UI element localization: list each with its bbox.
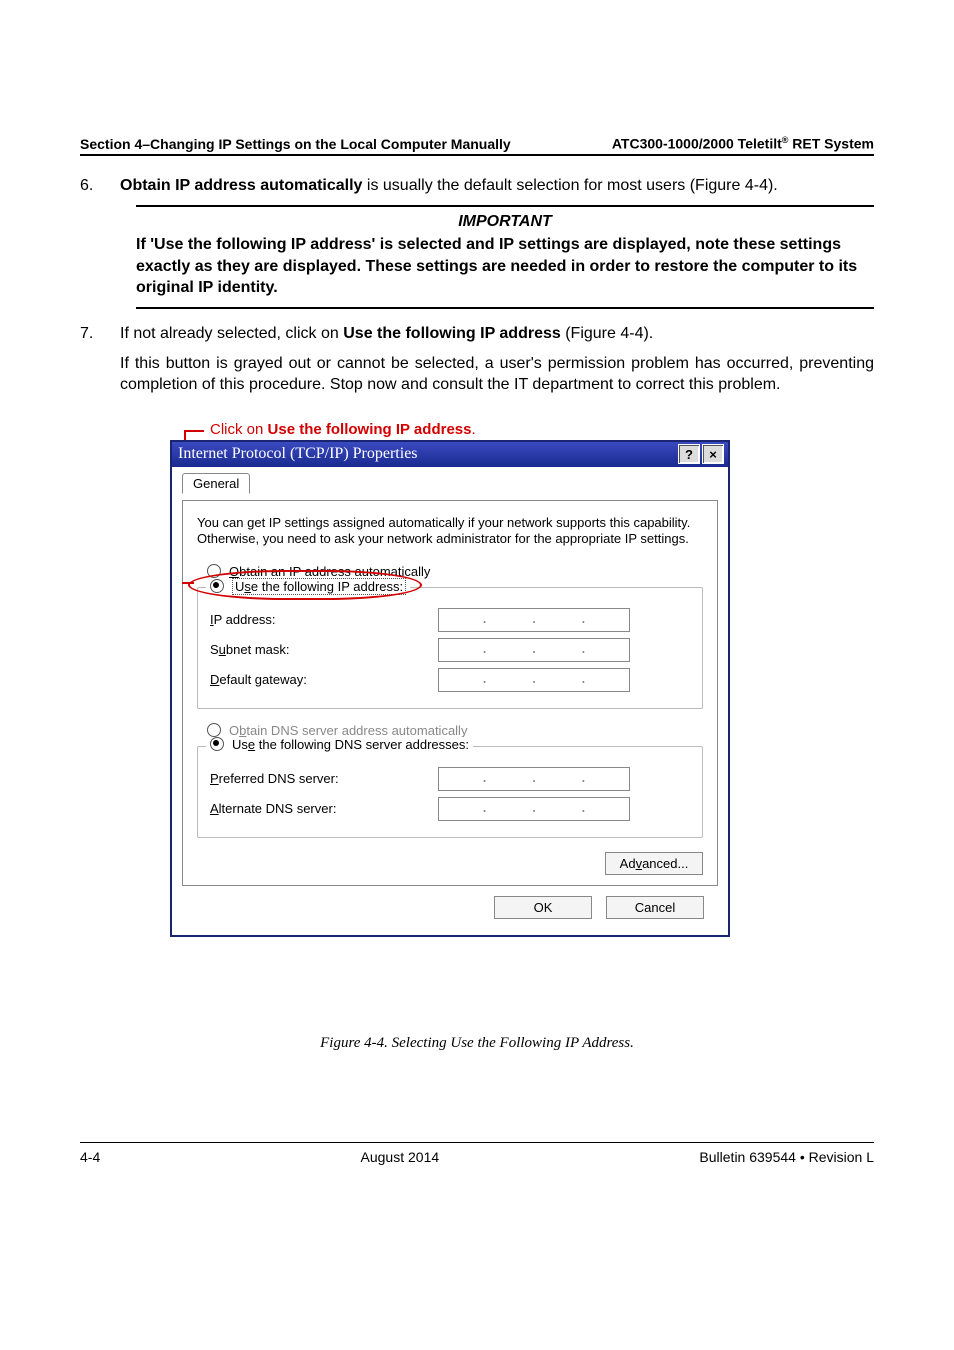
advanced-button[interactable]: Advanced... [605,852,703,875]
figure-caption: Figure 4-4. Selecting Use the Following … [80,1035,874,1052]
preferred-dns-input[interactable]: ... [438,767,630,791]
step-7-line1c: (Figure 4-4). [561,325,653,342]
page-number: 4-4 [80,1149,100,1165]
red-highlight-connector-icon [182,582,194,584]
callout-post: . [471,421,475,438]
field-preferred-dns: Preferred DNS server: ... [210,767,690,791]
page-header: Section 4–Changing IP Settings on the Lo… [80,135,874,156]
tab-strip: General [182,473,718,499]
doc-title-prefix: ATC300-1000/2000 Teletilt [612,136,782,152]
page-footer: 4-4 August 2014 Bulletin 639544 • Revisi… [80,1142,874,1165]
footer-date: August 2014 [361,1149,440,1165]
callout-connector-icon [184,430,204,432]
radio-obtain-dns-auto[interactable]: Obtain DNS server address automatically [207,723,703,738]
radio-icon [210,579,224,593]
step-7-para2: If this button is grayed out or cannot b… [120,353,874,396]
step-7: 7. If not already selected, click on Use… [80,323,874,396]
field-ip-address: IP address: ... [210,608,690,632]
dns-group: Use the following DNS server addresses: … [197,746,703,838]
doc-title: ATC300-1000/2000 Teletilt® RET System [612,135,874,152]
step-6: 6. Obtain IP address automatically is us… [80,175,874,309]
radio-icon [207,564,221,578]
step-number: 6. [80,175,93,197]
field-default-gateway: Default gateway: ... [210,668,690,692]
dialog-screenshot: Internet Protocol (TCP/IP) Properties ? … [170,440,730,937]
field-alternate-dns: Alternate DNS server: ... [210,797,690,821]
ip-address-group: Use the following IP address: IP address… [197,587,703,709]
radio-icon [210,737,224,751]
radio-obtain-ip-auto[interactable]: Obtain an IP address automatically [207,564,703,579]
ok-button[interactable]: OK [494,896,592,919]
callout-bold: Use the following IP address [268,421,472,438]
radio-icon [207,723,221,737]
step-6-rest: is usually the default selection for mos… [362,177,777,194]
help-button[interactable]: ? [678,444,700,464]
important-label: IMPORTANT [136,211,874,233]
body-content: 6. Obtain IP address automatically is us… [80,175,874,446]
dialog-button-row: OK Cancel [182,886,718,925]
dialog-titlebar: Internet Protocol (TCP/IP) Properties ? … [172,442,728,467]
section-title: Section 4–Changing IP Settings on the Lo… [80,136,511,152]
dialog-title: Internet Protocol (TCP/IP) Properties [178,445,418,463]
tab-general[interactable]: General [182,473,250,494]
close-button[interactable]: × [702,444,724,464]
alternate-dns-input[interactable]: ... [438,797,630,821]
important-box: IMPORTANT If 'Use the following IP addre… [136,205,874,309]
cancel-button[interactable]: Cancel [606,896,704,919]
doc-title-suffix: RET System [788,136,874,152]
ip-address-input[interactable]: ... [438,608,630,632]
document-page: Section 4–Changing IP Settings on the Lo… [0,0,954,1350]
radio-use-following-ip[interactable]: Use the following IP address: [206,578,410,595]
field-subnet-mask: Subnet mask: ... [210,638,690,662]
step-7-line1b: Use the following IP address [343,325,561,342]
default-gateway-input[interactable]: ... [438,668,630,692]
dialog-intro-text: You can get IP settings assigned automat… [197,515,703,548]
step-7-line1a: If not already selected, click on [120,325,343,342]
callout-pre: Click on [210,421,268,438]
step-number: 7. [80,323,93,345]
footer-bulletin: Bulletin 639544 • Revision L [699,1149,874,1165]
radio-use-following-dns[interactable]: Use the following DNS server addresses: [206,737,473,752]
figure-caption-post: . [630,1035,634,1051]
subnet-mask-input[interactable]: ... [438,638,630,662]
step-6-bold: Obtain IP address automatically [120,177,362,194]
important-text: If 'Use the following IP address' is sel… [136,234,874,299]
tab-panel-general: You can get IP settings assigned automat… [182,500,718,886]
tcpip-properties-dialog: Internet Protocol (TCP/IP) Properties ? … [170,440,730,937]
figure-caption-pre: Figure 4-4. Selecting [320,1035,450,1051]
figure-caption-em: Use the Following IP Address [450,1035,630,1051]
